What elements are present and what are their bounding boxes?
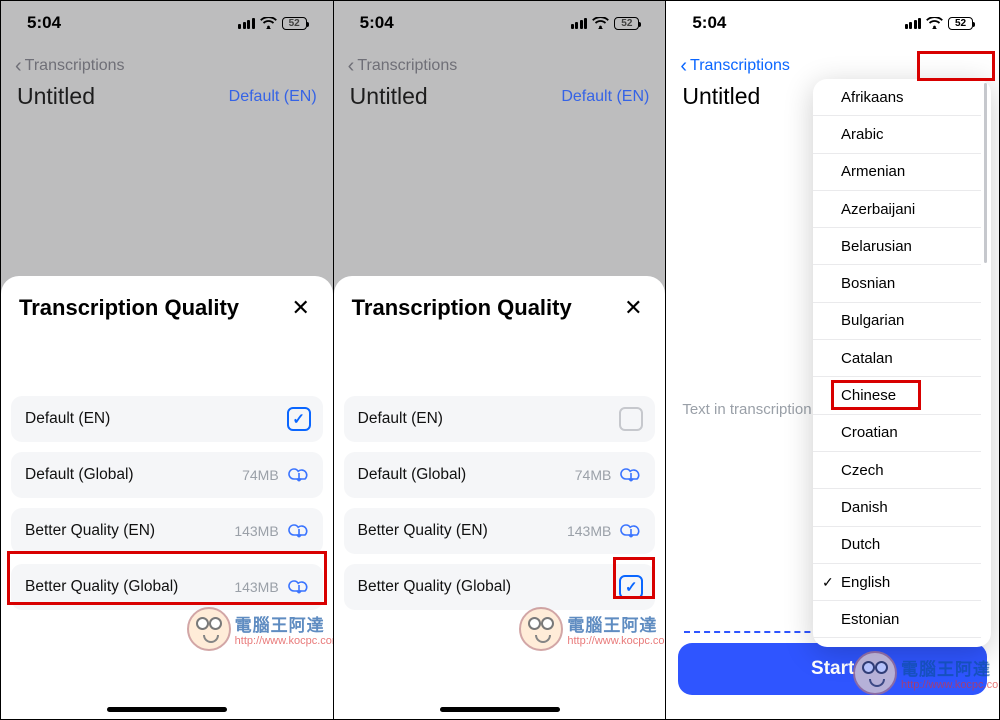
back-label: Transcriptions	[25, 57, 125, 75]
sheet-heading: Transcription Quality	[352, 295, 572, 321]
scrollbar[interactable]	[984, 83, 987, 263]
language-option[interactable]: Finnish	[813, 638, 981, 647]
close-button[interactable]: ✕	[619, 294, 647, 322]
quality-option[interactable]: Better Quality (EN) 143MB	[11, 508, 323, 554]
language-button[interactable]: Default (EN)	[229, 88, 317, 106]
checkbox-unchecked-icon	[619, 407, 643, 431]
language-option[interactable]: Czech	[813, 452, 981, 489]
status-time: 5:04	[360, 13, 394, 33]
option-label: Default (EN)	[25, 410, 110, 428]
language-option[interactable]: Bulgarian	[813, 303, 981, 340]
watermark: 電腦王阿達 http://www.kocpc.com.tw	[519, 605, 659, 659]
status-bar: 5:04 52	[666, 1, 999, 45]
quality-option[interactable]: Default (EN)	[344, 396, 656, 442]
language-option[interactable]: Armenian	[813, 154, 981, 191]
back-button[interactable]: ‹ Transcriptions	[334, 51, 666, 81]
quality-option[interactable]: Better Quality (EN) 143MB	[344, 508, 656, 554]
page-title: Untitled	[682, 83, 760, 110]
start-button[interactable]: Start	[678, 643, 987, 695]
language-option[interactable]: Arabic	[813, 116, 981, 153]
cloud-download-icon	[287, 465, 311, 485]
language-button[interactable]: Default (EN)	[561, 88, 649, 106]
status-time: 5:04	[692, 13, 726, 33]
status-bar: 5:04 52	[334, 1, 666, 45]
chevron-left-icon: ‹	[348, 56, 355, 76]
cloud-download-icon	[619, 521, 643, 541]
battery-icon: 52	[614, 17, 639, 30]
quality-option[interactable]: Better Quality (Global)	[344, 564, 656, 610]
quality-sheet: Transcription Quality ✕ Default (EN) Def…	[1, 276, 333, 719]
battery-icon: 52	[282, 17, 307, 30]
cloud-download-icon	[619, 465, 643, 485]
option-size: 143MB	[567, 523, 611, 539]
cloud-download-icon	[287, 577, 311, 597]
back-button[interactable]: ‹ Transcriptions	[666, 51, 999, 81]
option-label: Default (Global)	[25, 466, 134, 484]
home-indicator	[107, 707, 227, 712]
checkbox-checked-icon	[287, 407, 311, 431]
chevron-left-icon: ‹	[680, 56, 687, 76]
quality-option[interactable]: Default (Global) 74MB	[344, 452, 656, 498]
language-option[interactable]: English	[813, 564, 981, 601]
page-title: Untitled	[17, 83, 95, 110]
language-option[interactable]: Belarusian	[813, 228, 981, 265]
transcription-placeholder: Text in transcription	[682, 401, 811, 418]
sheet-heading: Transcription Quality	[19, 295, 239, 321]
language-option[interactable]: Croatian	[813, 415, 981, 452]
wifi-icon	[260, 17, 277, 29]
quality-option[interactable]: Better Quality (Global) 143MB	[11, 564, 323, 610]
quality-option[interactable]: Default (Global) 74MB	[11, 452, 323, 498]
language-option[interactable]: Estonian	[813, 601, 981, 638]
close-icon: ✕	[624, 295, 642, 321]
back-label: Transcriptions	[690, 57, 790, 75]
cellular-icon	[571, 18, 588, 29]
language-option[interactable]: Bosnian	[813, 265, 981, 302]
option-label: Better Quality (Global)	[25, 578, 178, 596]
option-label: Better Quality (Global)	[358, 578, 511, 596]
chevron-left-icon: ‹	[15, 56, 22, 76]
wifi-icon	[592, 17, 609, 29]
option-label: Default (EN)	[358, 410, 443, 428]
option-label: Default (Global)	[358, 466, 467, 484]
option-size: 74MB	[575, 467, 612, 483]
language-option[interactable]: Catalan	[813, 340, 981, 377]
language-option[interactable]: Afrikaans	[813, 79, 981, 116]
option-size: 74MB	[242, 467, 279, 483]
language-option[interactable]: Dutch	[813, 527, 981, 564]
back-label: Transcriptions	[357, 57, 457, 75]
status-time: 5:04	[27, 13, 61, 33]
home-indicator	[440, 707, 560, 712]
language-option[interactable]: Azerbaijani	[813, 191, 981, 228]
language-popover: AfrikaansArabicArmenianAzerbaijaniBelaru…	[813, 79, 991, 647]
close-button[interactable]: ✕	[287, 294, 315, 322]
cloud-download-icon	[287, 521, 311, 541]
checkbox-checked-icon	[619, 575, 643, 599]
watermark: 電腦王阿達 http://www.kocpc.com.tw	[187, 605, 327, 659]
cellular-icon	[905, 18, 922, 29]
option-label: Better Quality (EN)	[358, 522, 488, 540]
battery-icon: 52	[948, 17, 973, 30]
page-title: Untitled	[350, 83, 428, 110]
language-option[interactable]: Danish	[813, 489, 981, 526]
option-size: 143MB	[234, 579, 278, 595]
back-button[interactable]: ‹ Transcriptions	[1, 51, 333, 81]
quality-option[interactable]: Default (EN)	[11, 396, 323, 442]
status-bar: 5:04 52	[1, 1, 333, 45]
close-icon: ✕	[291, 295, 309, 321]
cellular-icon	[238, 18, 255, 29]
option-label: Better Quality (EN)	[25, 522, 155, 540]
quality-sheet: Transcription Quality ✕ Default (EN) Def…	[334, 276, 666, 719]
wifi-icon	[926, 17, 943, 29]
option-size: 143MB	[234, 523, 278, 539]
language-option[interactable]: Chinese	[813, 377, 981, 414]
